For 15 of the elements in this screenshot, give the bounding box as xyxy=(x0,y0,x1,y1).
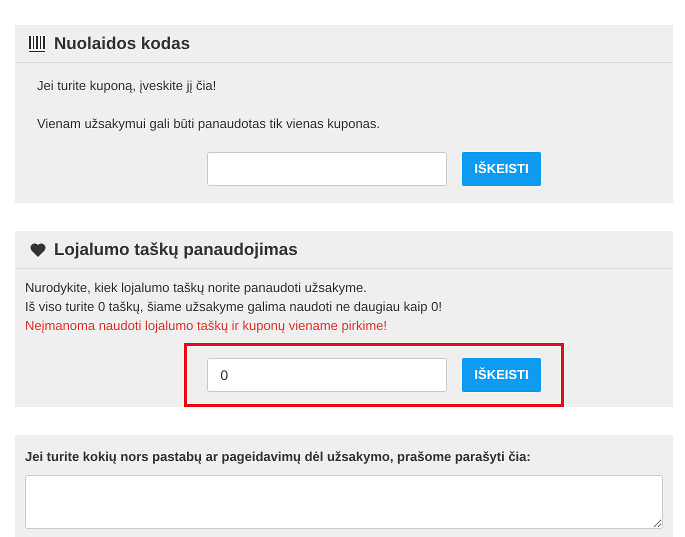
instruction-text: Jei turite kuponą, įveskite jį čia! xyxy=(37,77,218,95)
notes-field[interactable] xyxy=(25,474,663,528)
notes-label: Jei turite kokių nors pastabų ar pageidavimų dėl užsakymo, prašome parašyti čia: xyxy=(25,448,532,466)
redeem-button[interactable]: IŠKEISTI xyxy=(462,152,541,186)
heart-icon xyxy=(30,242,46,256)
panel-title: Nuolaidos kodas xyxy=(54,32,190,55)
info-text: Iš viso turite 0 taškų, šiame užsakyme galima naudoti ne daugiau kaip 0! xyxy=(25,298,443,316)
coupon-code-field[interactable] xyxy=(207,152,448,186)
points-field[interactable]: 0 xyxy=(207,358,448,392)
warning-text: Neįmanoma naudoti lojalumo taškų ir kuponų viename pirkime! xyxy=(25,317,388,335)
redeem-button[interactable]: IŠKEISTI xyxy=(462,358,541,392)
instruction-text: Vienam užsakymui gali būti panaudotas tik vienas kuponas. xyxy=(37,114,382,133)
barcode-icon xyxy=(28,34,46,52)
panel-title: Lojalumo taškų panaudojimas xyxy=(54,238,298,261)
info-text: Nurodykite, kiek lojalumo taškų norite panaudoti užsakyme. xyxy=(25,279,368,297)
